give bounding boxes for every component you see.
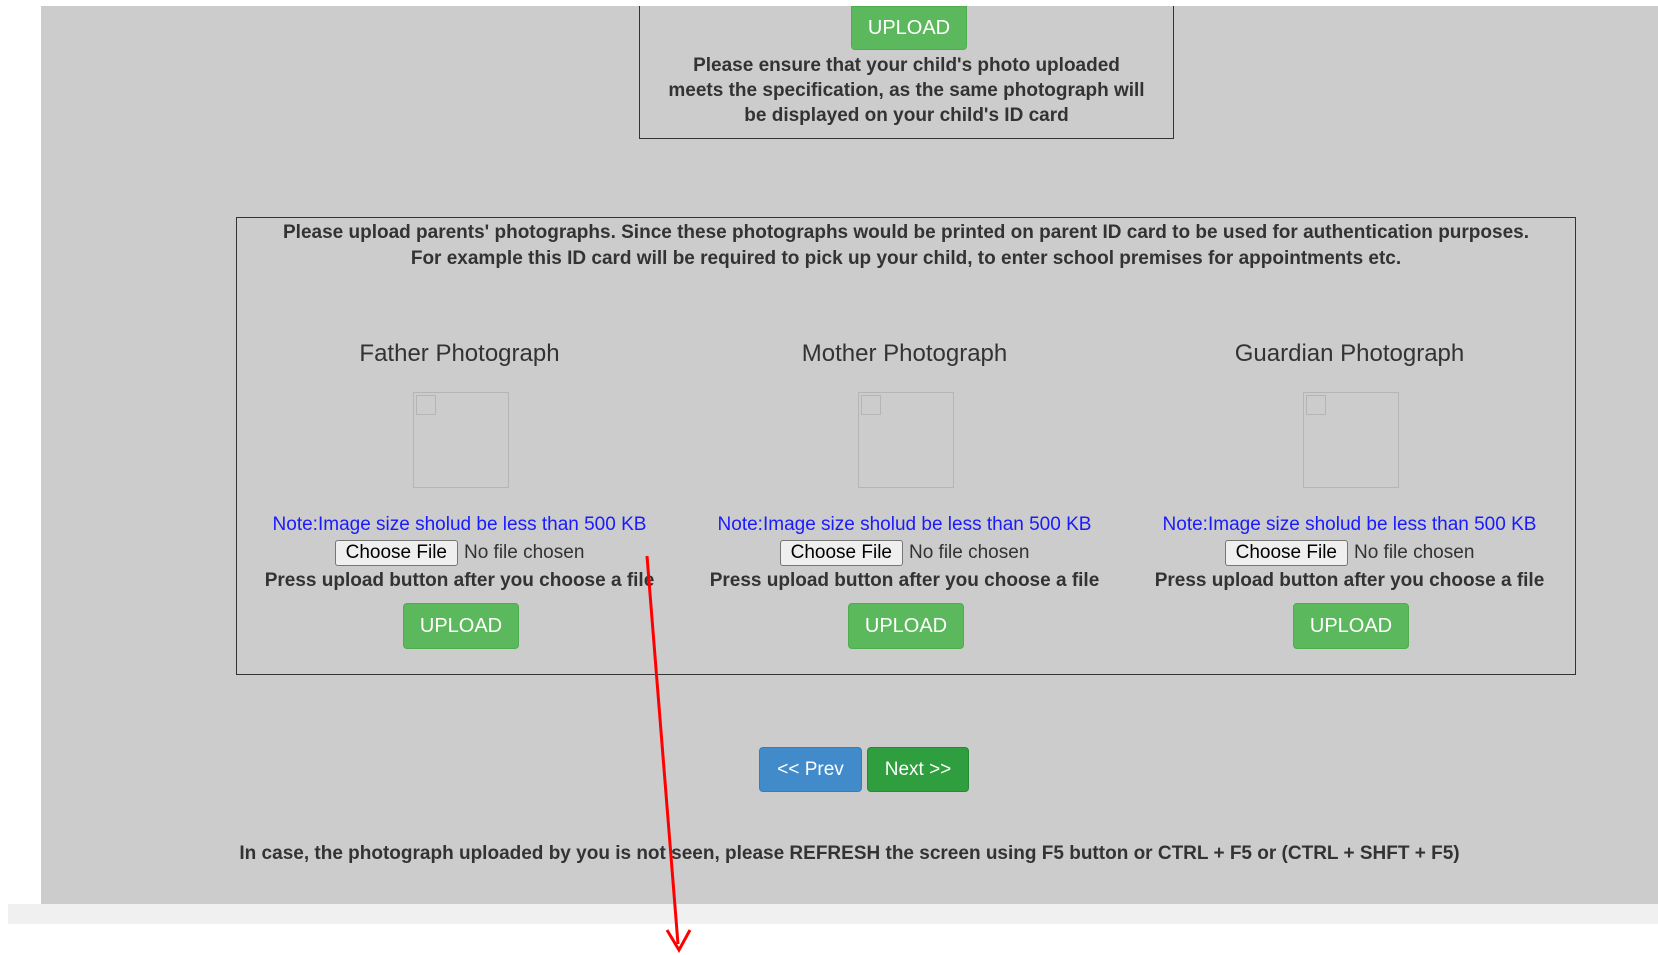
mother-upload-help: Press upload button after you choose a f… <box>709 570 1100 591</box>
father-size-note: Note:Image size sholud be less than 500 … <box>272 514 647 535</box>
guardian-photo-title: Guardian Photograph <box>1234 340 1465 367</box>
guardian-upload-help: Press upload button after you choose a f… <box>1154 570 1545 591</box>
guardian-photo-column: Guardian Photograph Note:Image size shol… <box>1127 218 1572 674</box>
father-file-status: No file chosen <box>463 542 585 563</box>
mother-photo-column: Mother Photograph Note:Image size sholud… <box>682 218 1127 674</box>
broken-image-icon <box>861 395 881 415</box>
guardian-file-status: No file chosen <box>1353 542 1475 563</box>
father-photo-preview <box>413 392 509 488</box>
mother-photo-title: Mother Photograph <box>801 340 1008 367</box>
father-choose-file-button[interactable]: Choose File <box>334 540 458 566</box>
father-upload-button[interactable]: UPLOAD <box>403 603 519 649</box>
left-gutter <box>8 6 41 904</box>
child-upload-button[interactable]: UPLOAD <box>851 6 967 50</box>
child-note-line-2: meets the specification, as the same pho… <box>668 80 1145 101</box>
next-button[interactable]: Next >> <box>867 747 969 792</box>
footer-bar <box>8 904 1658 924</box>
mother-size-note: Note:Image size sholud be less than 500 … <box>717 514 1092 535</box>
child-note-line-1: Please ensure that your child's photo up… <box>693 55 1120 76</box>
guardian-photo-preview <box>1303 392 1399 488</box>
father-photo-column: Father Photograph Note:Image size sholud… <box>237 218 682 674</box>
broken-image-icon <box>1306 395 1326 415</box>
refresh-note: In case, the photograph uploaded by you … <box>239 843 1460 864</box>
broken-image-icon <box>416 395 436 415</box>
mother-photo-preview <box>858 392 954 488</box>
guardian-upload-button[interactable]: UPLOAD <box>1293 603 1409 649</box>
mother-file-status: No file chosen <box>908 542 1030 563</box>
father-photo-title: Father Photograph <box>359 340 560 367</box>
father-upload-help: Press upload button after you choose a f… <box>264 570 655 591</box>
parents-photo-section: Please upload parents' photographs. Sinc… <box>236 217 1576 675</box>
father-file-input: Choose File No file chosen <box>237 540 682 566</box>
mother-choose-file-button[interactable]: Choose File <box>779 540 903 566</box>
prev-button[interactable]: << Prev <box>759 747 862 792</box>
child-note-line-3: be displayed on your child's ID card <box>744 105 1069 126</box>
guardian-file-input: Choose File No file chosen <box>1127 540 1572 566</box>
mother-file-input: Choose File No file chosen <box>682 540 1127 566</box>
child-photo-note: Please ensure that your child's photo up… <box>640 53 1173 128</box>
guardian-choose-file-button[interactable]: Choose File <box>1224 540 1348 566</box>
child-photo-section: UPLOAD Please ensure that your child's p… <box>639 6 1174 139</box>
guardian-size-note: Note:Image size sholud be less than 500 … <box>1162 514 1537 535</box>
mother-upload-button[interactable]: UPLOAD <box>848 603 964 649</box>
